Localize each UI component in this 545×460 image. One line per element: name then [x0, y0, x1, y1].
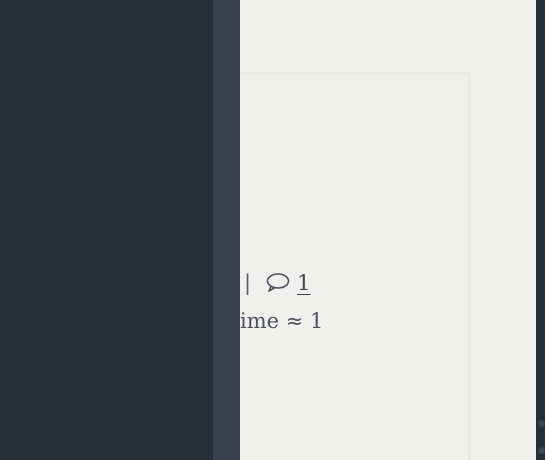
comment-bubble-icon [265, 272, 291, 294]
read-time: ime ≈ 1 [240, 309, 324, 333]
page-content: | 1 ime ≈ 1 [240, 0, 536, 460]
comment-count-link[interactable]: 1 [297, 271, 310, 295]
drawer-edge-rail[interactable] [213, 0, 240, 460]
post-card [240, 73, 469, 460]
scroll-indicator-dot [538, 420, 545, 427]
meta-separator: | [244, 271, 252, 295]
scroll-indicator-dot [538, 447, 545, 454]
post-meta: | 1 [240, 270, 310, 296]
right-edge-panel [536, 0, 545, 460]
navigation-drawer [0, 0, 213, 460]
